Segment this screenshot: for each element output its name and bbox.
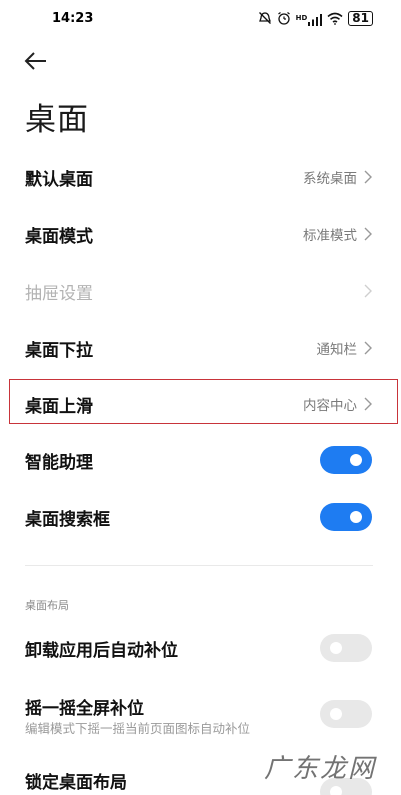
toggle-knob: [330, 642, 342, 654]
row-value: 内容中心: [303, 398, 357, 414]
row-shake-to-fill: 摇一摇全屏补位 编辑模式下摇一摇当前页面图标自动补位: [0, 686, 401, 742]
row-sublabel: 编辑模式下摇一摇当前页面图标自动补位: [25, 721, 251, 736]
toggle-knob: [350, 511, 362, 523]
row-label: 锁定桌面布局: [25, 772, 127, 793]
status-icons: HD 81: [258, 10, 373, 26]
battery-icon: 81: [348, 10, 373, 26]
toggle-knob: [350, 454, 362, 466]
row-desktop-swipe-up[interactable]: 桌面上滑 内容中心: [0, 376, 401, 432]
row-label: 摇一摇全屏补位: [25, 699, 144, 719]
row-default-desktop[interactable]: 默认桌面 系统桌面: [0, 149, 401, 205]
row-label: 卸载应用后自动补位: [25, 640, 178, 661]
page-title: 桌面: [25, 102, 89, 138]
row-smart-assistant: 智能助理: [0, 432, 401, 488]
section-header: 桌面布局: [25, 599, 69, 612]
row-label: 抽屉设置: [25, 283, 93, 304]
row-label: 桌面下拉: [25, 340, 93, 361]
row-desktop-mode[interactable]: 桌面模式 标准模式: [0, 206, 401, 262]
chevron-right-icon: [364, 284, 372, 298]
row-value: 通知栏: [316, 342, 358, 358]
back-arrow-icon: [24, 52, 46, 70]
alarm-icon: [277, 12, 290, 25]
row-label: 默认桌面: [25, 169, 93, 190]
row-label: 桌面上滑: [25, 396, 93, 417]
divider: [25, 565, 373, 566]
auto-fill-after-uninstall-toggle[interactable]: [320, 634, 372, 662]
toggle-knob: [330, 786, 342, 795]
desktop-search-box-toggle[interactable]: [320, 503, 372, 531]
row-value: 系统桌面: [303, 171, 357, 187]
chevron-right-icon: [364, 170, 372, 184]
row-label: 智能助理: [25, 452, 93, 473]
alarm-off-icon: [258, 12, 271, 24]
shake-to-fill-toggle[interactable]: [320, 700, 372, 728]
back-button[interactable]: [24, 46, 56, 76]
chevron-right-icon: [364, 227, 372, 241]
wifi-icon: [327, 12, 343, 25]
row-desktop-pull-down[interactable]: 桌面下拉 通知栏: [0, 320, 401, 376]
toggle-knob: [330, 708, 342, 720]
row-desktop-search-box: 桌面搜索框: [0, 489, 401, 545]
watermark: 广东龙网: [263, 754, 376, 784]
hd-signal-icon: HD: [296, 10, 323, 26]
row-label: 桌面搜索框: [25, 509, 110, 530]
chevron-right-icon: [364, 397, 372, 411]
status-time: 14:23: [52, 11, 94, 26]
row-auto-fill-after-uninstall: 卸载应用后自动补位: [0, 620, 401, 676]
chevron-right-icon: [364, 341, 372, 355]
row-value: 标准模式: [303, 228, 357, 244]
status-bar: 14:23 HD 81: [0, 0, 401, 40]
row-label: 桌面模式: [25, 226, 93, 247]
row-drawer-settings[interactable]: 抽屉设置: [0, 263, 401, 319]
smart-assistant-toggle[interactable]: [320, 446, 372, 474]
